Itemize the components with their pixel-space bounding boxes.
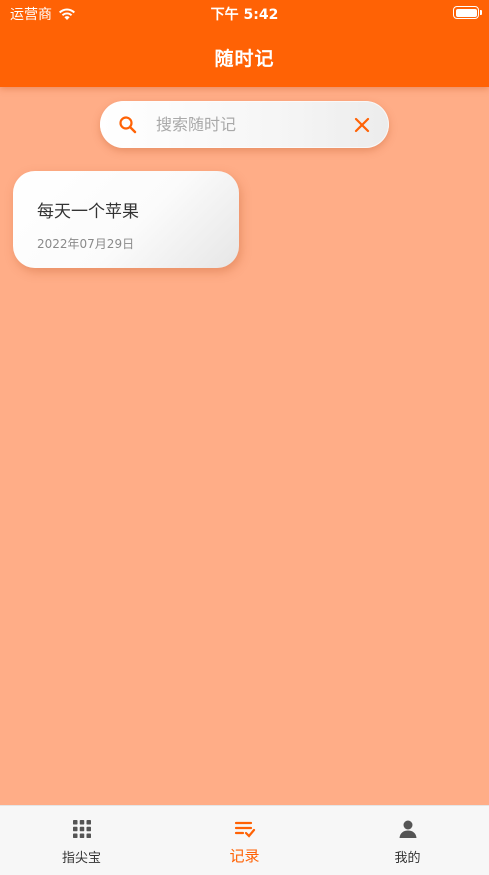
note-card[interactable]: 每天一个苹果 2022年07月29日	[13, 171, 239, 268]
tab-zhijianbao[interactable]: 指尖宝	[0, 806, 163, 875]
status-time: 下午 5:42	[210, 7, 279, 23]
close-icon[interactable]	[352, 115, 372, 135]
search-input[interactable]	[156, 111, 336, 138]
tab-mine[interactable]: 我的	[326, 806, 489, 875]
note-title: 每天一个苹果	[37, 202, 139, 222]
tab-bar: 指尖宝 记录 我的	[0, 805, 489, 875]
status-bar: 运营商 下午 5:42	[0, 0, 489, 26]
battery-icon	[453, 6, 482, 19]
tab-records[interactable]: 记录	[163, 806, 326, 875]
app-header: 运营商 下午 5:42 随时记	[0, 0, 489, 87]
grid-icon	[72, 820, 91, 838]
search-icon	[119, 116, 137, 134]
tab-label-zhijianbao: 指尖宝	[61, 851, 101, 866]
page-title: 随时记	[214, 48, 275, 70]
list-check-icon	[234, 821, 255, 838]
tab-label-records: 记录	[229, 847, 260, 865]
tab-label-mine: 我的	[394, 851, 421, 866]
search-bar[interactable]	[100, 101, 389, 148]
user-icon	[399, 820, 416, 838]
note-date: 2022年07月29日	[37, 237, 135, 251]
